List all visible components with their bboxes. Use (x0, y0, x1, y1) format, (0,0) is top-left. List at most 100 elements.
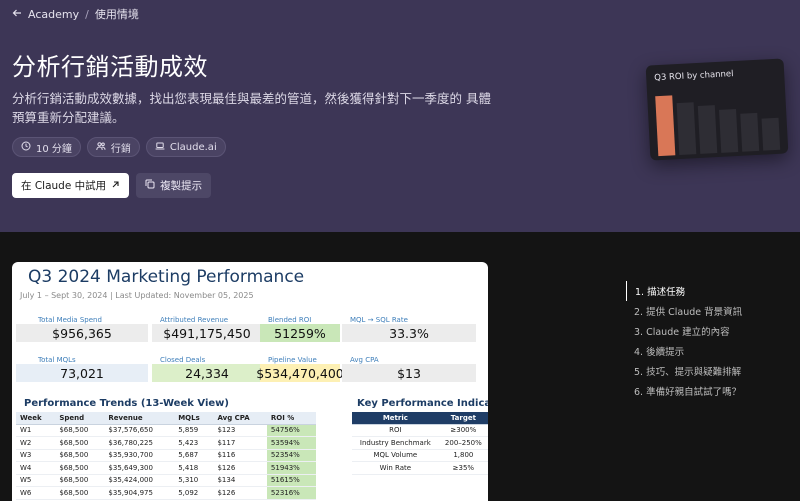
toc-item[interactable]: 6. 準備好親自試試了嗎？ (626, 381, 800, 401)
table-cell: $68,500 (55, 486, 105, 500)
kpi-tile: Avg CPA $13 (342, 356, 476, 384)
table-cell: W5 (16, 474, 56, 487)
table-cell: 52354% (266, 449, 316, 462)
kpi-tile: Closed Deals 24,334 (152, 356, 262, 384)
table-cell: 1,800 (438, 449, 488, 462)
try-in-claude-button[interactable]: 在 Claude 中試用 (12, 173, 130, 198)
kpi-value: 24,334 (152, 364, 262, 382)
kpi-tile: MQL → SQL Rate 33.3% (342, 316, 476, 344)
roi-bar (655, 95, 676, 157)
copy-icon (145, 179, 155, 192)
table-cell: $68,500 (55, 461, 105, 475)
sheet-title: Q3 2024 Marketing Performance (28, 267, 305, 287)
kpi-tile: Total MQLs 73,021 (16, 356, 148, 384)
table-cell: 200–250% (438, 436, 488, 450)
table-cell: 5,092 (174, 486, 214, 500)
kpi-value: $13 (342, 364, 476, 382)
kpi-label: Avg CPA (350, 356, 379, 364)
toc-item[interactable]: 1. 描述任務 (626, 281, 800, 301)
kpi-table: Metric Target ROI ≥300% Industry Benchmark 2… (352, 412, 488, 475)
kpi-value: $491,175,450 (152, 324, 262, 342)
kpi-value: $534,470,400 (256, 364, 344, 382)
tag-label: Claude.ai (169, 141, 217, 153)
kpi-table-title: Key Performance Indicators vs (357, 398, 488, 409)
toc-item[interactable]: 5. 技巧、提示與疑難排解 (626, 361, 800, 381)
roi-bar (761, 117, 781, 151)
table-row: ROI ≥300% (352, 424, 488, 437)
toc-item[interactable]: 2. 提供 Claude 背景資訊 (626, 301, 800, 321)
column-header: Avg CPA (213, 412, 267, 425)
roi-bar (719, 109, 739, 153)
kpi-label: Pipeline Value (268, 356, 317, 364)
kpi-label: Attributed Revenue (160, 316, 229, 324)
tag-category: 行銷 (86, 137, 140, 157)
people-icon (96, 141, 106, 154)
roi-bar (697, 105, 718, 154)
toc-item[interactable]: 3. Claude 建立的內容 (626, 321, 800, 341)
kpi-tile: Pipeline Value $534,470,400 (256, 356, 344, 384)
table-row: W6 $68,500 $35,904,975 5,092 $126 52316% (16, 486, 316, 500)
table-cell: W4 (16, 461, 56, 475)
column-header: Metric (352, 412, 439, 425)
table-cell: MQL Volume (352, 449, 439, 462)
spreadsheet-preview: Q3 2024 Marketing Performance July 1 – S… (12, 262, 488, 501)
table-cell: W1 (16, 424, 56, 437)
table-cell: $126 (213, 486, 267, 500)
kpi-tile: Blended ROI 51259% (260, 316, 340, 344)
table-cell: 51615% (266, 474, 316, 487)
table-row: W5 $68,500 $35,424,000 5,310 $134 51615% (16, 474, 316, 487)
table-cell: 51943% (266, 461, 316, 475)
table-cell: $116 (213, 449, 267, 462)
button-label: 複製提示 (160, 180, 203, 192)
table-cell: Industry Benchmark (352, 436, 439, 450)
table-row: Industry Benchmark 200–250% (352, 436, 488, 450)
roi-card-title: Q3 ROI by channel (654, 69, 734, 84)
roi-bar (676, 102, 697, 156)
table-of-contents: 1. 描述任務 2. 提供 Claude 背景資訊 3. Claude 建立的內容 4… (626, 281, 800, 401)
table-cell: $35,424,000 (104, 474, 175, 487)
table-header-row: Metric Target (352, 412, 488, 425)
table-cell: W2 (16, 436, 56, 450)
kpi-label: Total MQLs (38, 356, 76, 364)
table-cell: $68,500 (55, 474, 105, 487)
column-header: Spend (55, 412, 105, 425)
table-cell: 54756% (266, 424, 316, 437)
table-row: Win Rate ≥35% (352, 461, 488, 475)
table-cell: 53594% (266, 436, 316, 450)
kpi-label: Blended ROI (268, 316, 312, 324)
table-cell: $68,500 (55, 424, 105, 437)
table-row: MQL Volume 1,800 (352, 449, 488, 462)
column-header: MQLs (174, 412, 214, 425)
copy-prompt-button[interactable]: 複製提示 (136, 173, 212, 198)
back-arrow-icon[interactable] (12, 8, 22, 21)
table-row: W1 $68,500 $37,576,650 5,859 $123 54756% (16, 424, 316, 437)
page-description: 分析行銷活動成效數據，找出您表現最佳與最差的管道，然後獲得針對下一季度的 具體預… (12, 91, 491, 125)
kpi-value: 33.3% (342, 324, 476, 342)
table-cell: ≥300% (438, 424, 488, 437)
roi-preview-card: Q3 ROI by channel (645, 58, 789, 161)
breadcrumb-separator: / (85, 7, 89, 21)
table-cell: ROI (352, 424, 439, 437)
roi-bar (740, 112, 760, 152)
breadcrumb-root[interactable]: Academy (28, 8, 79, 21)
table-cell: 5,859 (174, 424, 214, 437)
table-cell: ≥35% (438, 461, 488, 475)
tag-duration: 10 分鐘 (12, 137, 81, 157)
table-cell: W3 (16, 449, 56, 462)
table-row: W2 $68,500 $36,780,225 5,423 $117 53594% (16, 436, 316, 450)
breadcrumb-current[interactable]: 使用情境 (95, 6, 139, 22)
table-cell: $35,930,700 (104, 449, 175, 462)
table-cell: $134 (213, 474, 267, 487)
page-title: 分析行銷活動成效 (12, 53, 208, 81)
kpi-tile: Total Media Spend $956,365 (16, 316, 148, 344)
column-header: ROI % (266, 412, 316, 425)
column-header: Week (16, 412, 56, 425)
table-cell: $35,649,300 (104, 461, 175, 475)
sheet-subtitle: July 1 – Sept 30, 2024 | Last Updated: N… (20, 291, 254, 300)
table-cell: Win Rate (352, 461, 439, 475)
trends-title: Performance Trends (13-Week View) (24, 398, 229, 409)
table-cell: $123 (213, 424, 267, 437)
kpi-value: 51259% (260, 324, 340, 342)
toc-item[interactable]: 4. 後續提示 (626, 341, 800, 361)
table-cell: $35,904,975 (104, 486, 175, 500)
